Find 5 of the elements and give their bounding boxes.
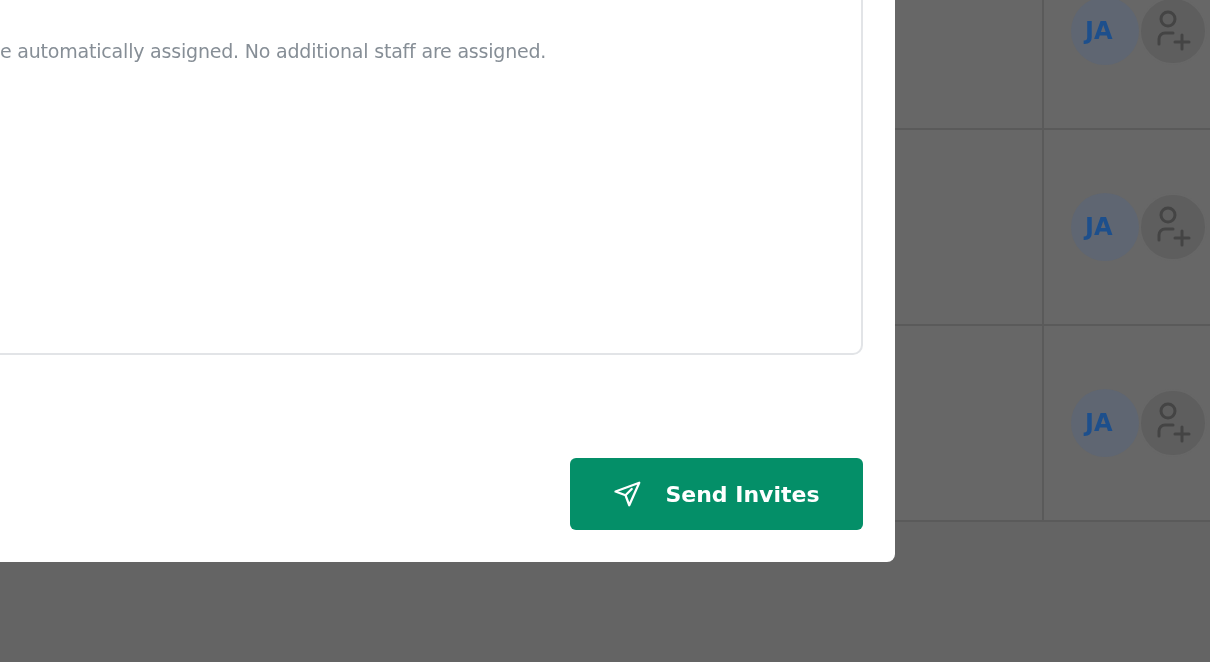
avatar[interactable]: JA — [1071, 0, 1139, 65]
avatar[interactable]: JA — [1071, 389, 1139, 457]
description-text: e automatically assigned. No additional staff are assigned. — [0, 40, 548, 62]
avatar[interactable]: JA — [1071, 193, 1139, 261]
send-invites-button[interactable]: Send Invites — [570, 458, 863, 530]
